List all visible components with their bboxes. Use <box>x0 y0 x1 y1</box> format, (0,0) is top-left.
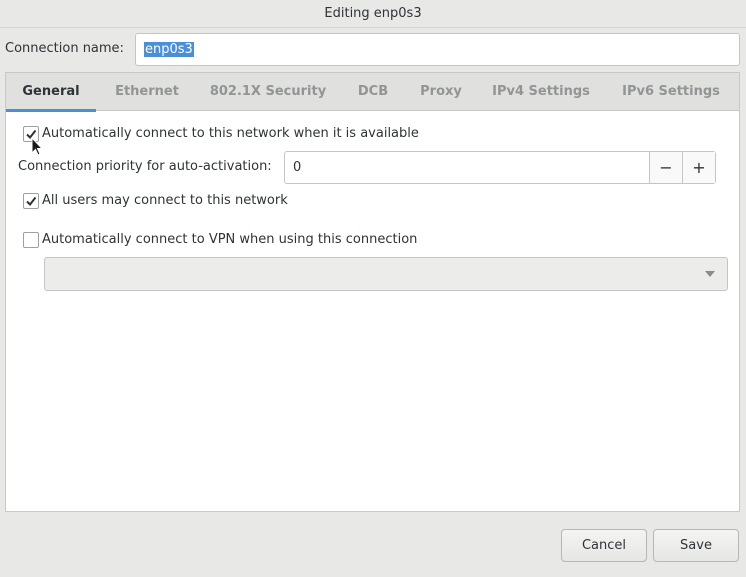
auto-connect-label: Automatically connect to this network wh… <box>42 126 419 141</box>
priority-spinbutton[interactable]: 0 − + <box>284 151 716 184</box>
connection-name-row: Connection name: enp0s3 <box>0 28 746 72</box>
save-button[interactable]: Save <box>653 529 739 562</box>
priority-decrement-button[interactable]: − <box>649 152 682 183</box>
dropdown-arrow-icon <box>705 271 715 277</box>
connection-name-input[interactable]: enp0s3 <box>135 33 740 66</box>
auto-vpn-label: Automatically connect to VPN when using … <box>42 232 418 247</box>
tab-ipv6-settings[interactable]: IPv6 Settings <box>610 73 732 111</box>
taskbar-strip <box>490 571 746 577</box>
tab-bar: General Ethernet 802.1X Security DCB Pro… <box>6 73 739 112</box>
connection-name-value: enp0s3 <box>144 42 194 57</box>
settings-notebook: General Ethernet 802.1X Security DCB Pro… <box>5 72 740 512</box>
tab-ethernet[interactable]: Ethernet <box>102 73 192 111</box>
tab-ipv4-settings[interactable]: IPv4 Settings <box>480 73 602 111</box>
priority-increment-button[interactable]: + <box>682 152 715 183</box>
tab-802-1x-security[interactable]: 802.1X Security <box>200 73 336 111</box>
priority-label: Connection priority for auto-activation: <box>18 159 272 174</box>
connection-name-label: Connection name: <box>5 41 124 56</box>
auto-vpn-checkbox[interactable] <box>23 232 39 248</box>
all-users-label: All users may connect to this network <box>42 193 288 208</box>
tab-general[interactable]: General <box>6 73 96 112</box>
tab-proxy[interactable]: Proxy <box>410 73 472 111</box>
cancel-button[interactable]: Cancel <box>561 529 647 562</box>
vpn-select[interactable] <box>44 257 728 291</box>
priority-value: 0 <box>293 160 302 175</box>
window-title: Editing enp0s3 <box>0 0 746 28</box>
mouse-cursor-icon <box>31 137 43 156</box>
tab-dcb[interactable]: DCB <box>344 73 402 111</box>
all-users-checkbox[interactable] <box>23 193 39 209</box>
checkmark-icon <box>26 196 37 207</box>
